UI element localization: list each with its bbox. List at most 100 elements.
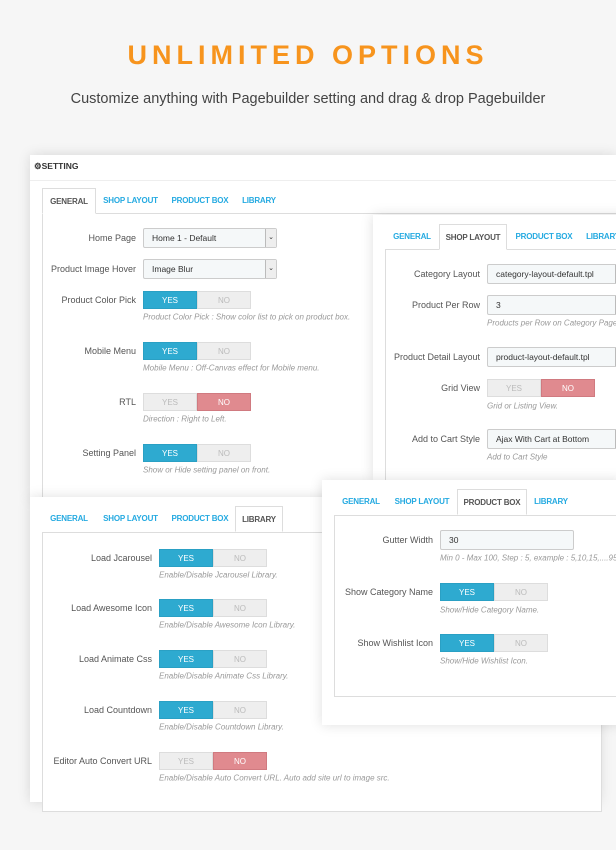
tab-product-box[interactable]: PRODUCT BOX	[165, 506, 235, 532]
product-color-pick-label: Product Color Pick	[61, 295, 136, 305]
product-image-hover-label: Product Image Hover	[50, 264, 136, 274]
product-detail-layout-label: Product Detail Layout	[393, 352, 480, 362]
toggle-yes-option[interactable]: YES	[143, 444, 197, 462]
chevron-down-icon[interactable]: ⌄	[265, 229, 276, 247]
tab-library[interactable]: LIBRARY	[235, 506, 283, 532]
load-jcarousel-toggle[interactable]: YES NO	[159, 549, 267, 567]
toggle-no-option[interactable]: NO	[213, 701, 267, 719]
show-wishlist-icon-label: Show Wishlist Icon	[357, 638, 433, 648]
load-animate-css-toggle[interactable]: YES NO	[159, 650, 267, 668]
product-image-hover-select[interactable]: Image Blur ⌄	[143, 259, 277, 279]
toggle-no-option[interactable]: NO	[213, 752, 267, 770]
toggle-yes-option[interactable]: YES	[159, 701, 213, 719]
mobile-menu-toggle[interactable]: YES NO	[143, 342, 251, 360]
add-to-cart-style-help-text: Add to Cart Style	[487, 452, 548, 462]
toggle-no-option[interactable]: NO	[197, 444, 251, 462]
load-countdown-help-text: Enable/Disable Countdown Library.	[159, 722, 284, 732]
toggle-yes-option[interactable]: YES	[159, 752, 213, 770]
toggle-yes-option[interactable]: YES	[159, 650, 213, 668]
toggle-no-option[interactable]: NO	[197, 393, 251, 411]
show-category-name-toggle[interactable]: YES NO	[440, 583, 548, 601]
setting-header: ⚙SETTING	[34, 161, 78, 172]
product-image-hover-value: Image Blur	[152, 264, 194, 274]
header-divider	[30, 180, 616, 181]
tab-library[interactable]: LIBRARY	[579, 224, 616, 250]
settings-panel-shop-layout: GENERALSHOP LAYOUTPRODUCT BOXLIBRARY Cate…	[373, 215, 616, 489]
tab-library[interactable]: LIBRARY	[527, 489, 575, 515]
category-layout-value: category-layout-default.tpl	[496, 269, 594, 279]
toggle-yes-option[interactable]: YES	[440, 583, 494, 601]
tab-general[interactable]: GENERAL	[42, 188, 96, 214]
setting-panel-help-text: Show or Hide setting panel on front.	[143, 465, 271, 475]
show-category-name-label: Show Category Name	[344, 587, 433, 597]
toggle-no-option[interactable]: NO	[494, 634, 548, 652]
add-to-cart-style-select[interactable]: Ajax With Cart at Bottom⌄	[487, 429, 616, 449]
tab-shop-layout[interactable]: SHOP LAYOUT	[439, 224, 507, 250]
tab-general[interactable]: GENERAL	[385, 224, 439, 250]
toggle-no-option[interactable]: NO	[541, 379, 595, 397]
load-jcarousel-label: Load Jcarousel	[90, 553, 152, 563]
load-awesome-icon-help-text: Enable/Disable Awesome Icon Library.	[159, 620, 296, 630]
hero-subtitle: Customize anything with Pagebuilder sett…	[70, 91, 546, 107]
editor-auto-convert-url-help-text: Enable/Disable Auto Convert URL. Auto ad…	[159, 773, 390, 783]
show-category-name-help-text: Show/Hide Category Name.	[440, 605, 540, 615]
rtl-toggle[interactable]: YES NO	[143, 393, 251, 411]
home-page-select[interactable]: Home 1 - Default ⌄	[143, 228, 277, 248]
chevron-down-icon[interactable]: ⌄	[265, 260, 276, 278]
tab-general[interactable]: GENERAL	[42, 506, 96, 532]
load-awesome-icon-toggle[interactable]: YES NO	[159, 599, 267, 617]
toggle-no-option[interactable]: NO	[197, 342, 251, 360]
load-animate-css-help-text: Enable/Disable Animate Css Library.	[159, 671, 289, 681]
toggle-yes-option[interactable]: YES	[159, 599, 213, 617]
product-per-row-help-text: Products per Row on Category Page	[487, 318, 616, 328]
show-wishlist-icon-help-text: Show/Hide Wishlist Icon.	[440, 656, 528, 666]
tab-shop-layout[interactable]: SHOP LAYOUT	[388, 489, 456, 515]
gutter-width-input[interactable]: 30	[440, 530, 574, 550]
product-per-row-value: 3	[496, 300, 501, 310]
tab-product-box[interactable]: PRODUCT BOX	[509, 224, 579, 250]
grid-view-toggle[interactable]: YES NO	[487, 379, 595, 397]
load-countdown-label: Load Countdown	[83, 705, 152, 715]
add-to-cart-style-label: Add to Cart Style	[411, 434, 480, 444]
category-layout-label: Category Layout	[413, 269, 480, 279]
home-page-value: Home 1 - Default	[152, 233, 217, 243]
tab-shop-layout[interactable]: SHOP LAYOUT	[96, 188, 165, 214]
product-color-pick-toggle[interactable]: YES NO	[143, 291, 251, 309]
load-awesome-icon-label: Load Awesome Icon	[71, 603, 152, 613]
settings-panel-product-box: GENERAL SHOP LAYOUT PRODUCT BOX LIBRARY Gutt…	[322, 480, 616, 725]
editor-auto-convert-url-toggle[interactable]: YES NO	[159, 752, 267, 770]
gears-icon: ⚙	[34, 161, 42, 171]
tab-product-box[interactable]: PRODUCT BOX	[165, 188, 235, 214]
gutter-width-help-text: Min 0 - Max 100, Step : 5, example : 5,1…	[440, 553, 616, 563]
rtl-help-text: Direction : Right to Left.	[143, 414, 227, 424]
toggle-yes-option[interactable]: YES	[159, 549, 213, 567]
toggle-no-option[interactable]: NO	[197, 291, 251, 309]
toggle-yes-option[interactable]: YES	[440, 634, 494, 652]
product-detail-layout-select[interactable]: product-layout-default.tpl⌄	[487, 347, 616, 367]
mobile-menu-help-text: Mobile Menu : Off-Canvas effect for Mobi…	[143, 363, 320, 373]
category-layout-select[interactable]: category-layout-default.tpl⌄	[487, 264, 616, 284]
toggle-no-option[interactable]: NO	[213, 549, 267, 567]
toggle-yes-option[interactable]: YES	[143, 342, 197, 360]
tab-shop-layout[interactable]: SHOP LAYOUT	[96, 506, 165, 532]
tab-general[interactable]: GENERAL	[334, 489, 388, 515]
product-per-row-select[interactable]: 3⌄	[487, 295, 616, 315]
show-wishlist-icon-toggle[interactable]: YES NO	[440, 634, 548, 652]
tab-product-box[interactable]: PRODUCT BOX	[457, 489, 527, 515]
product-detail-layout-value: product-layout-default.tpl	[496, 352, 590, 362]
setting-panel-toggle[interactable]: YES NO	[143, 444, 251, 462]
load-animate-css-label: Load Animate Css	[78, 654, 152, 664]
toggle-yes-option[interactable]: YES	[143, 393, 197, 411]
toggle-yes-option[interactable]: YES	[143, 291, 197, 309]
toggle-yes-option[interactable]: YES	[487, 379, 541, 397]
tab-library[interactable]: LIBRARY	[235, 188, 283, 214]
rtl-label: RTL	[119, 397, 136, 407]
gutter-width-label: Gutter Width	[382, 535, 433, 545]
toggle-no-option[interactable]: NO	[213, 599, 267, 617]
load-countdown-toggle[interactable]: YES NO	[159, 701, 267, 719]
grid-view-label: Grid View	[441, 383, 480, 393]
mobile-menu-label: Mobile Menu	[84, 346, 136, 356]
gutter-width-value: 30	[449, 535, 459, 545]
toggle-no-option[interactable]: NO	[494, 583, 548, 601]
toggle-no-option[interactable]: NO	[213, 650, 267, 668]
